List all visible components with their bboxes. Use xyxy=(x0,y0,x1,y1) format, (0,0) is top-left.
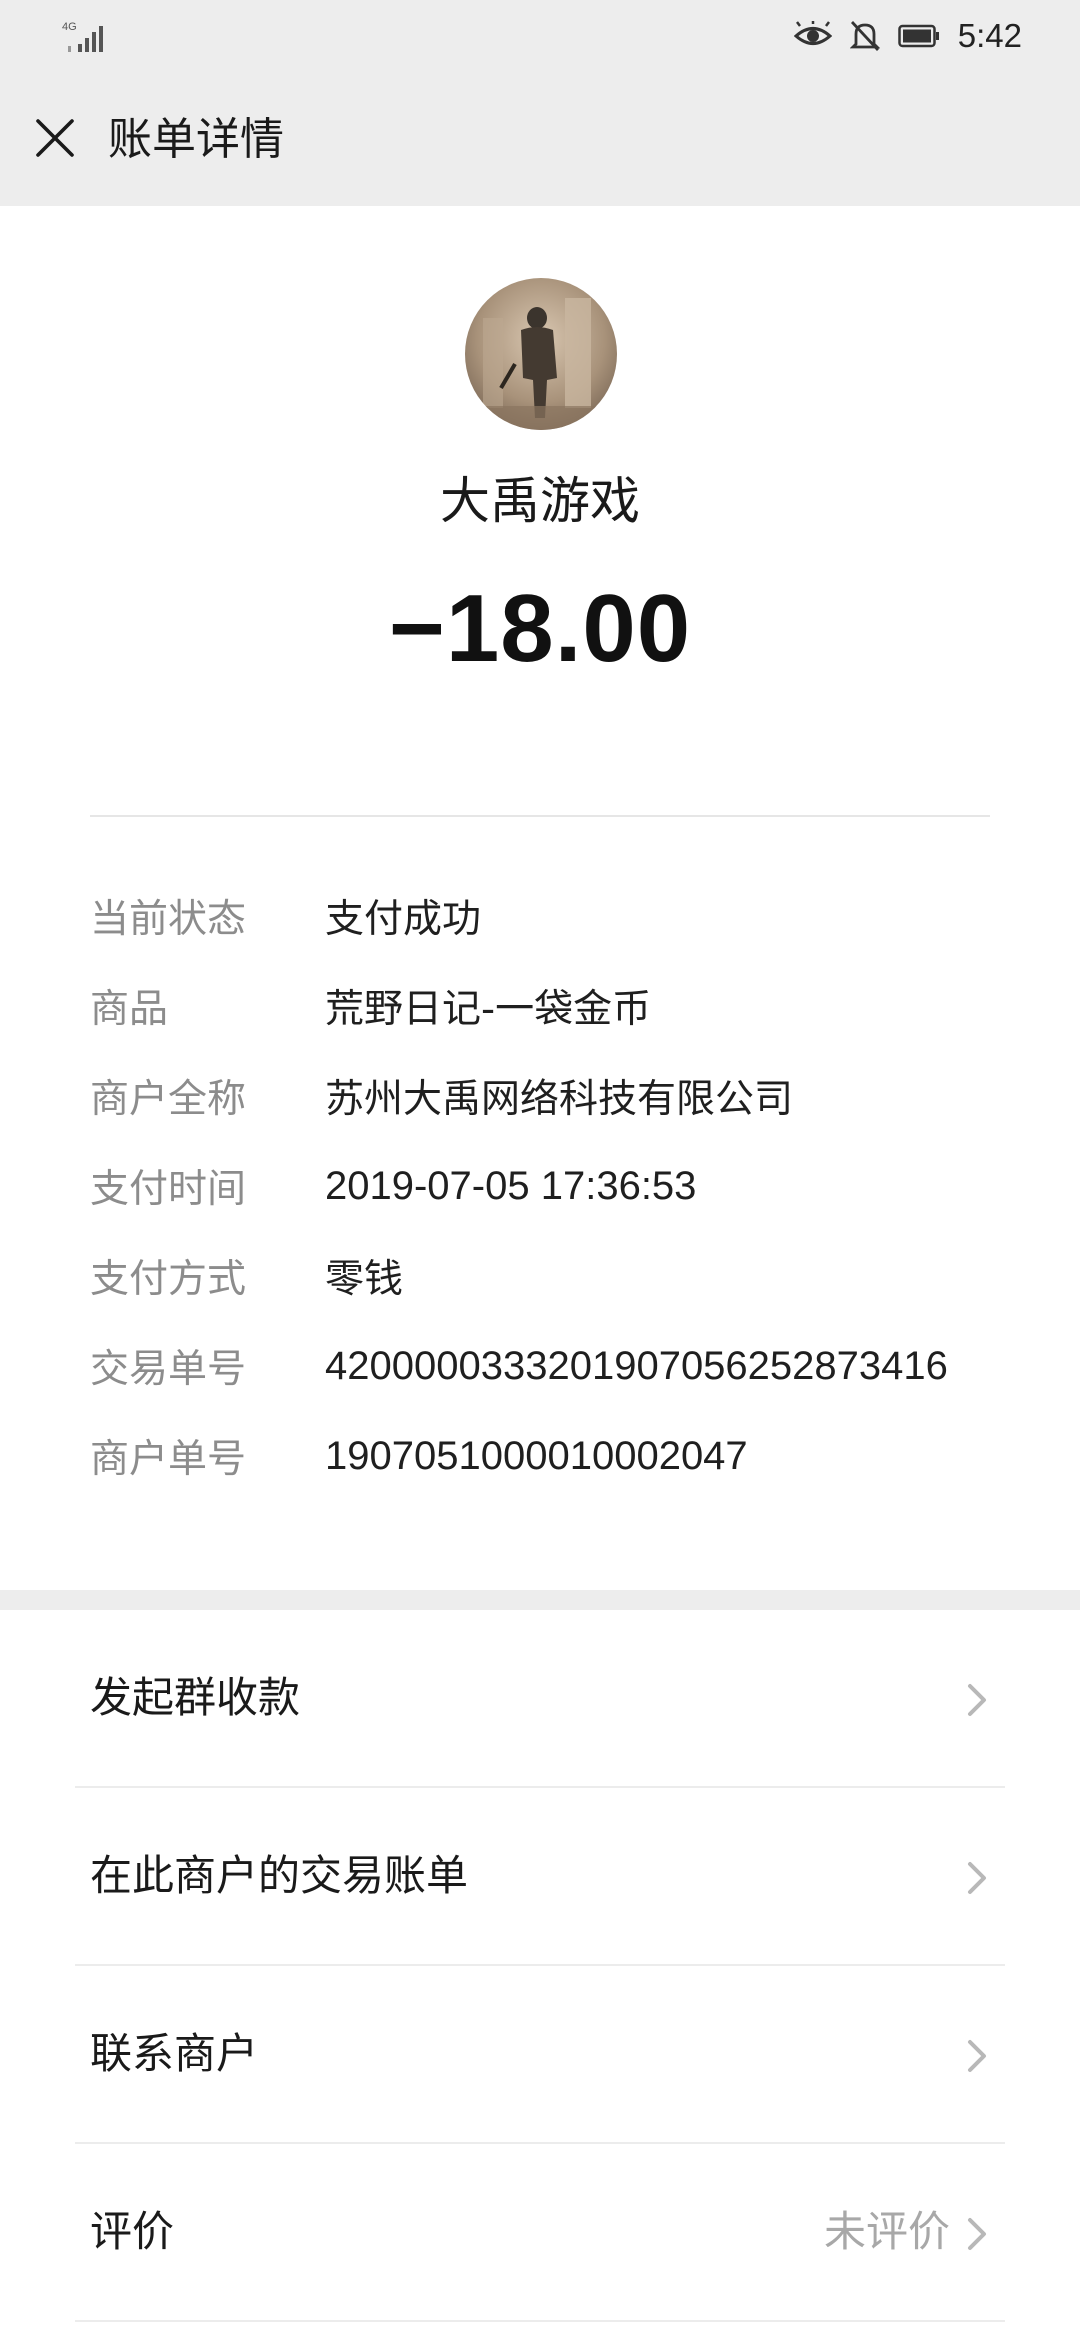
bell-off-icon xyxy=(849,21,880,51)
detail-label: 商户单号 xyxy=(90,1437,247,1482)
action-item-contact-merchant[interactable]: 联系商户 xyxy=(0,1966,1080,2144)
detail-label: 当前状态 xyxy=(90,897,247,942)
action-label: 评价 xyxy=(90,2207,175,2256)
status-bar: 4G 5:42 xyxy=(0,0,1080,72)
detail-value[interactable]: 4200000333201907056252873416 xyxy=(325,1344,948,1389)
detail-label: 商户全称 xyxy=(90,1077,247,1122)
bill-detail-card: 大禹游戏 −18.00 当前状态 支付成功 商品 荒野日记-一袋金币 商户全称 … xyxy=(0,206,1080,1590)
divider xyxy=(90,815,990,817)
action-item-review[interactable]: 评价 未评价 xyxy=(0,2144,1080,2322)
detail-row-merchant-fullname: 商户全称 苏州大禹网络科技有限公司 xyxy=(90,1066,1000,1126)
action-label: 在此商户的交易账单 xyxy=(90,1851,469,1900)
detail-label: 支付方式 xyxy=(90,1257,247,1302)
review-status: 未评价 xyxy=(823,2207,950,2256)
chevron-right-icon xyxy=(968,1862,986,1894)
divider xyxy=(75,2320,1005,2322)
detail-row-status: 当前状态 支付成功 xyxy=(90,886,1000,946)
status-time: 5:42 xyxy=(957,17,1022,54)
action-label: 发起群收款 xyxy=(90,1673,301,1722)
action-label: 联系商户 xyxy=(90,2029,259,2078)
close-button[interactable] xyxy=(22,105,88,171)
detail-row-pay-method: 支付方式 零钱 xyxy=(90,1246,1000,1306)
action-list: 发起群收款 在此商户的交易账单 联系商户 评价 未评价 xyxy=(0,1610,1080,2340)
close-icon xyxy=(36,119,74,157)
detail-label: 支付时间 xyxy=(90,1167,247,1212)
battery-icon xyxy=(898,24,939,48)
detail-value: 2019-07-05 17:36:53 xyxy=(325,1163,697,1208)
chevron-right-icon xyxy=(968,2040,986,2072)
detail-label: 交易单号 xyxy=(90,1347,247,1392)
action-item-merchant-bills[interactable]: 在此商户的交易账单 xyxy=(0,1788,1080,1966)
eye-icon xyxy=(793,21,832,45)
detail-row-pay-time: 支付时间 2019-07-05 17:36:53 xyxy=(90,1156,1000,1216)
action-item-group-collect[interactable]: 发起群收款 xyxy=(0,1610,1080,1788)
header: 账单详情 xyxy=(0,72,1080,206)
detail-value: 荒野日记-一袋金币 xyxy=(325,987,652,1032)
detail-value: 零钱 xyxy=(325,1257,404,1302)
transaction-amount: −18.00 xyxy=(388,575,692,682)
merchant-name: 大禹游戏 xyxy=(440,472,640,530)
detail-value: 支付成功 xyxy=(325,897,482,942)
chevron-right-icon xyxy=(968,2218,986,2250)
chevron-right-icon xyxy=(968,1684,986,1716)
detail-value[interactable]: 1907051000010002047 xyxy=(325,1434,748,1479)
merchant-avatar[interactable] xyxy=(465,278,617,430)
detail-row-merchant-order-id: 商户单号 1907051000010002047 xyxy=(90,1426,1000,1486)
detail-row-transaction-id: 交易单号 4200000333201907056252873416 xyxy=(90,1336,1000,1396)
page-title: 账单详情 xyxy=(108,114,284,165)
network-type: 4G xyxy=(62,21,77,33)
signal-icon: 4G xyxy=(62,21,103,52)
detail-row-product: 商品 荒野日记-一袋金币 xyxy=(90,976,1000,1036)
detail-label: 商品 xyxy=(90,987,169,1032)
detail-value: 苏州大禹网络科技有限公司 xyxy=(325,1077,794,1122)
